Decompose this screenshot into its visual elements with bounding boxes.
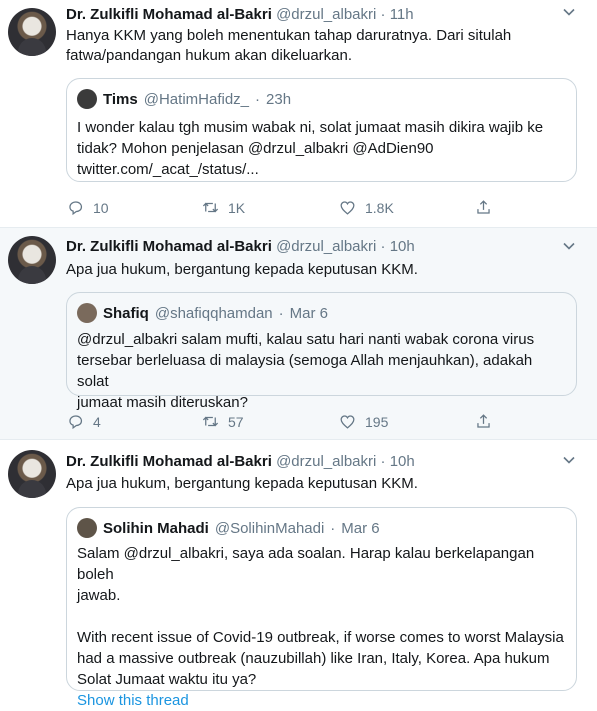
separator: · [380,6,386,23]
quoted-author-handle: @HatimHafidz_ [143,90,250,108]
separator: · [380,453,386,470]
quoted-text-line: twitter.com/_acat_/status/... [77,161,259,178]
share-icon [477,200,490,214]
tweet-header: Dr. Zulkifli Mohamad al-Bakri @drzul_alb… [66,6,414,23]
separator: · [278,304,284,322]
separator: · [255,90,261,108]
author-name[interactable]: Dr. Zulkifli Mohamad al-Bakri [66,6,272,23]
quoted-avatar [77,89,97,109]
quoted-author-name: Tims [103,90,138,108]
like-button[interactable]: 1.8K [338,198,394,217]
quoted-text-line: Solat Jumaat waktu itu ya? [77,671,257,688]
tweet-1[interactable]: Dr. Zulkifli Mohamad al-Bakri @drzul_alb… [0,0,597,228]
quoted-time: 23h [266,90,292,108]
tweet-text-line: Apa jua hukum, bergantung kepada keputus… [66,475,418,492]
quoted-header: Tims @HatimHafidz_ · 23h [77,89,291,109]
tweet-text-line: Apa jua hukum, bergantung kepada keputus… [66,261,418,278]
quoted-text-line: jawab. [77,587,121,604]
avatar[interactable] [8,8,56,56]
quoted-avatar [77,303,97,323]
tweet-header: Dr. Zulkifli Mohamad al-Bakri @drzul_alb… [66,238,415,255]
quoted-text: @drzul_albakri salam mufti, kalau satu h… [77,329,565,413]
like-count: 195 [365,413,389,430]
retweet-button[interactable]: 57 [201,412,244,431]
tweet-text-line: fatwa/pandangan hukum akan dikeluarkan. [66,47,353,64]
chevron-down-icon[interactable] [561,238,577,254]
chevron-down-icon[interactable] [561,452,577,468]
share-button[interactable] [474,412,493,431]
quoted-text-line: @drzul_albakri salam mufti, kalau satu h… [77,331,535,348]
tweet-header: Dr. Zulkifli Mohamad al-Bakri @drzul_alb… [66,453,415,470]
quoted-tweet[interactable]: Solihin Mahadi @SolihinMahadi · Mar 6 Sa… [66,507,577,709]
heart-icon [340,201,355,215]
tweet-3[interactable]: Dr. Zulkifli Mohamad al-Bakri @drzul_alb… [0,440,597,709]
author-name[interactable]: Dr. Zulkifli Mohamad al-Bakri [66,238,272,255]
like-count: 1.8K [365,199,394,216]
separator: · [330,519,336,537]
retweet-icon [202,416,219,427]
retweet-count: 1K [228,199,246,216]
quoted-text-line: tidak? Mohon penjelasan @drzul_albakri @… [77,140,434,157]
reply-count: 10 [93,199,109,216]
quoted-text-line: Salam @drzul_albakri, saya ada soalan. H… [77,545,535,583]
reply-icon [69,201,83,216]
action-bar: 10 1K 1.8K [66,198,526,218]
quoted-text-line: I wonder kalau tgh musim wabak ni, solat… [77,119,544,136]
action-bar: 4 57 195 [66,412,526,432]
author-name[interactable]: Dr. Zulkifli Mohamad al-Bakri [66,453,272,470]
share-icon [477,414,490,428]
retweet-icon [202,202,219,213]
quoted-text: Salam @drzul_albakri, saya ada soalan. H… [77,543,565,711]
quoted-author-handle: @SolihinMahadi [214,519,325,537]
retweet-count: 57 [228,413,244,430]
tweet-text: Apa jua hukum, bergantung kepada keputus… [66,474,581,494]
quoted-header: Shafiq @shafiqqhamdan · Mar 6 [77,303,328,323]
avatar[interactable] [8,236,56,284]
tweet-text: Hanya KKM yang boleh menentukan tahap da… [66,26,581,66]
tweet-time[interactable]: 10h [390,453,415,470]
quoted-text-line [77,606,565,627]
heart-icon [340,415,355,429]
reply-icon [69,415,83,430]
tweet-text: Apa jua hukum, bergantung kepada keputus… [66,260,581,280]
quoted-tweet[interactable]: Tims @HatimHafidz_ · 23h I wonder kalau … [66,78,577,182]
separator: · [380,238,386,255]
quoted-avatar [77,518,97,538]
reply-button[interactable]: 10 [66,198,109,217]
retweet-button[interactable]: 1K [201,198,245,217]
quoted-text: I wonder kalau tgh musim wabak ni, solat… [77,117,565,180]
quoted-author-name: Shafiq [103,304,149,322]
quoted-time: Mar 6 [341,519,380,537]
share-button[interactable] [474,198,493,217]
reply-count: 4 [93,413,101,430]
author-handle[interactable]: @drzul_albakri [276,6,376,23]
show-thread-link[interactable]: Show this thread [77,690,565,711]
tweet-time[interactable]: 10h [390,238,415,255]
like-button[interactable]: 195 [338,412,388,431]
tweet-2[interactable]: Dr. Zulkifli Mohamad al-Bakri @drzul_alb… [0,228,597,440]
author-handle[interactable]: @drzul_albakri [276,238,376,255]
quoted-time: Mar 6 [289,304,328,322]
reply-button[interactable]: 4 [66,412,101,431]
quoted-text-line: With recent issue of Covid-19 outbreak, … [77,629,564,646]
author-handle[interactable]: @drzul_albakri [276,453,376,470]
quoted-header: Solihin Mahadi @SolihinMahadi · Mar 6 [77,518,380,538]
quoted-text-line: tersebar berleluasa di malaysia (semoga … [77,352,533,390]
quoted-author-handle: @shafiqqhamdan [154,304,273,322]
tweet-time[interactable]: 11h [390,6,414,23]
quoted-tweet[interactable]: Shafiq @shafiqqhamdan · Mar 6 @drzul_alb… [66,292,577,411]
quoted-author-name: Solihin Mahadi [103,519,209,537]
tweet-text-line: Hanya KKM yang boleh menentukan tahap da… [66,27,512,44]
quoted-text-line: had a massive outbreak (nauzubillah) lik… [77,650,550,667]
quoted-text-line: jumaat masih diteruskan? [77,394,248,411]
avatar[interactable] [8,450,56,498]
chevron-down-icon[interactable] [561,4,577,20]
